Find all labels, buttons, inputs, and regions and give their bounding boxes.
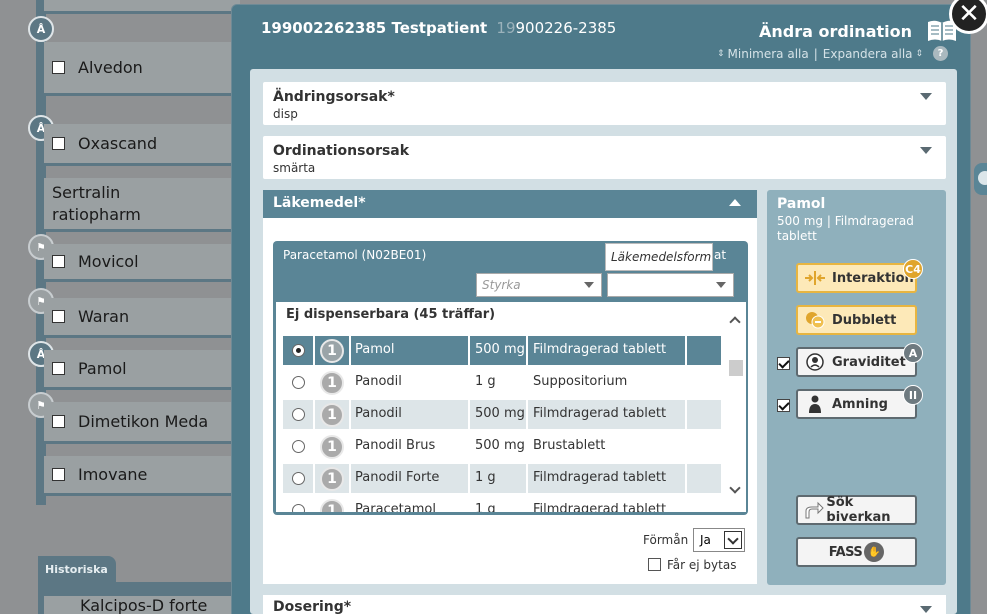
hand-icon: ✋	[864, 542, 885, 562]
list-item[interactable]: Alvedon	[44, 42, 240, 96]
row-radio[interactable]	[292, 440, 305, 453]
item-checkbox[interactable]	[52, 255, 65, 268]
list-item[interactable]: Oxascand	[44, 124, 240, 166]
scroll-thumb[interactable]	[729, 360, 743, 376]
collapse-controls: ⇕ Minimera alla | Expandera alla ⇕ ?	[717, 46, 949, 61]
drug-description: 500 mg | Filmdragerad tablett	[777, 214, 914, 243]
item-checkbox[interactable]	[52, 137, 65, 150]
list-item[interactable]: Sertralin ratiopharm	[44, 178, 240, 232]
dosering-section[interactable]: Dosering*	[263, 595, 946, 614]
close-button[interactable]: ✕	[949, 0, 987, 34]
list-item[interactable]: Waran	[44, 298, 240, 338]
patient-header: 199002262385 Testpatient 19900226-2385	[261, 19, 616, 37]
graviditet-button[interactable]: Graviditet	[796, 347, 917, 377]
patient-name: 199002262385 Testpatient	[261, 19, 488, 37]
list-item[interactable]: Movicol	[44, 244, 240, 282]
item-checkbox[interactable]	[52, 61, 65, 74]
duplicate-icon	[804, 309, 826, 331]
sok-biverkan-button[interactable]: Sök biverkan	[796, 495, 917, 525]
close-icon: ✕	[958, 0, 980, 29]
row-radio[interactable]	[292, 408, 305, 421]
table-row[interactable]: 1 Panodil Brus 500 mg Brustablett	[283, 432, 721, 461]
modal-title: Ändra ordination	[759, 19, 958, 43]
list-item[interactable]: Imovane	[44, 456, 240, 496]
fass-button[interactable]: FASS ✋	[796, 537, 917, 567]
updown-icon: ⇕	[915, 48, 924, 59]
tab-historiska[interactable]: Historiska	[38, 556, 116, 582]
item-checkbox[interactable]	[52, 362, 65, 375]
list-item[interactable]: Dimetikon Meda	[44, 402, 240, 444]
edge-tab[interactable]	[974, 163, 987, 195]
num-badge: 1	[320, 435, 344, 459]
dubblett-button[interactable]: Dubblett	[796, 305, 917, 335]
pregnancy-icon	[804, 351, 826, 373]
table-row[interactable]: 1 Pamol 500 mg Filmdragerad tablett	[283, 336, 721, 365]
list-item[interactable]: Kalcipos-D forte	[44, 596, 240, 614]
interaktion-button[interactable]: Interaktion	[796, 263, 917, 293]
chevron-down-icon[interactable]	[920, 606, 932, 613]
table-row[interactable]: 1 Panodil Forte 1 g Filmdragerad tablett	[283, 464, 721, 493]
results-title: Ej dispenserbara (45 träffar)	[286, 307, 496, 322]
amning-button[interactable]: Amning	[796, 389, 917, 419]
drug-name: Pamol	[777, 196, 826, 212]
results-scrollbar[interactable]	[728, 312, 744, 500]
num-badge: 1	[320, 467, 344, 491]
search-title: Paracetamol (N02BE01)	[283, 248, 427, 262]
scroll-down-icon[interactable]	[729, 482, 741, 494]
updown-icon: ⇕	[717, 48, 725, 59]
num-badge: 1	[320, 339, 344, 363]
background-medication-list: Å Alvedon Å Oxascand Sertralin ratiophar…	[0, 0, 240, 614]
chevron-down-icon	[584, 282, 594, 288]
form-select[interactable]	[607, 273, 734, 297]
expand-all-link[interactable]: Expandera alla	[823, 47, 913, 61]
bg-item-top	[44, 0, 240, 14]
item-checkbox[interactable]	[52, 415, 65, 428]
share-arrow-icon	[804, 499, 824, 521]
hidden-text: at	[714, 248, 727, 262]
ordinationsorsak-section[interactable]: Ordinationsorsak smärta	[263, 136, 946, 179]
help-icon[interactable]: ?	[933, 46, 949, 61]
c4-badge: C4	[903, 259, 923, 279]
graviditet-badge: A	[903, 343, 923, 363]
table-row[interactable]: 1 Paracetamol 1 g Filmdragerad tablett	[283, 496, 721, 512]
interaction-icon	[804, 267, 826, 289]
row-radio[interactable]	[292, 344, 305, 357]
far-ej-bytas-checkbox[interactable]	[648, 558, 661, 571]
amning-checkbox[interactable]	[777, 399, 790, 412]
scroll-up-icon[interactable]	[729, 316, 741, 328]
chevron-down-icon[interactable]	[920, 93, 932, 100]
chevron-down-icon	[716, 282, 726, 288]
forman-select[interactable]: Ja	[693, 528, 745, 552]
graviditet-checkbox[interactable]	[777, 357, 790, 370]
chevron-down-icon[interactable]	[920, 147, 932, 154]
row-radio[interactable]	[292, 472, 305, 485]
breastfeeding-icon	[804, 393, 826, 415]
badge-a-icon: Å	[28, 16, 54, 42]
item-checkbox[interactable]	[52, 310, 65, 323]
andringsorsak-section[interactable]: Ändringsorsak* disp	[263, 82, 946, 125]
item-checkbox[interactable]	[52, 468, 65, 481]
minimize-all-link[interactable]: Minimera alla	[728, 47, 809, 61]
chevron-up-icon[interactable]	[729, 199, 741, 206]
list-item[interactable]: Pamol	[44, 350, 240, 390]
table-row[interactable]: 1 Panodil 1 g Suppositorium	[283, 368, 721, 397]
row-radio[interactable]	[292, 376, 305, 389]
forman-label: Förmån	[643, 533, 689, 547]
row-radio[interactable]	[292, 504, 305, 512]
num-badge: 1	[320, 371, 344, 395]
chevron-down-icon	[724, 531, 742, 549]
num-badge: 1	[320, 403, 344, 427]
lakemedel-header[interactable]: Läkemedel*	[263, 190, 757, 218]
amning-badge: II	[903, 385, 923, 405]
num-badge: 1	[320, 499, 344, 512]
patient-pnr: 19900226-2385	[496, 19, 617, 37]
far-ej-bytas-label: Får ej bytas	[667, 558, 737, 572]
tooltip: Läkemedelsform	[605, 243, 713, 271]
table-row[interactable]: 1 Panodil 500 mg Filmdragerad tablett	[283, 400, 721, 429]
strength-select[interactable]: Styrka	[476, 273, 602, 297]
